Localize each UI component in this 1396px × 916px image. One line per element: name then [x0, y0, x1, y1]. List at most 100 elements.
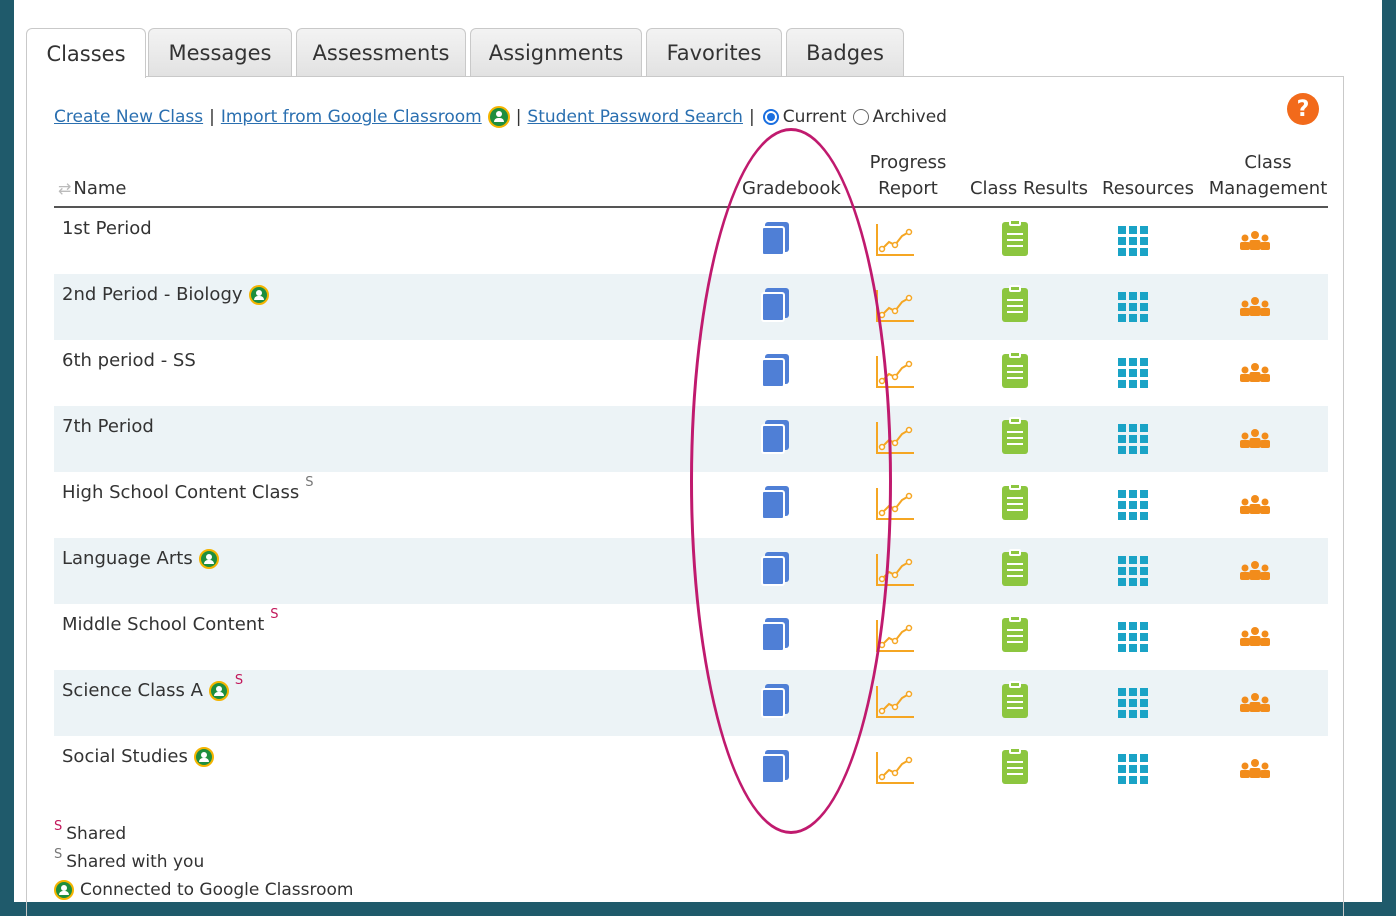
resources-icon[interactable] [1118, 618, 1148, 652]
class-name-link[interactable]: High School Content Class [62, 482, 299, 503]
resources-icon[interactable] [1118, 222, 1148, 256]
separator: | [748, 107, 755, 127]
class-results-icon[interactable] [1002, 681, 1028, 718]
class-name: Middle School Content S [62, 607, 279, 635]
tab-assignments[interactable]: Assignments [470, 28, 642, 76]
class-results-icon[interactable] [1002, 549, 1028, 586]
table-header: ⇄ Name Gradebook Progress Report Class Res… [54, 150, 1328, 208]
gradebook-icon[interactable] [761, 684, 791, 718]
table-row: Social Studies [54, 736, 1328, 802]
resources-icon[interactable] [1118, 420, 1148, 454]
radio-archived[interactable] [852, 109, 869, 125]
progress-report-icon[interactable] [874, 750, 916, 790]
tab-badges[interactable]: Badges [786, 28, 904, 76]
progress-report-icon[interactable] [874, 618, 916, 658]
class-results-icon[interactable] [1002, 219, 1028, 256]
gradebook-icon[interactable] [761, 354, 791, 388]
table-row: 1st Period [54, 208, 1328, 274]
shared-mark: S [234, 673, 244, 688]
tab-favorites[interactable]: Favorites [646, 28, 782, 76]
table-row: Middle School Content S [54, 604, 1328, 670]
class-actions-bar: Create New Class | Import from Google Cl… [54, 106, 947, 128]
google-classroom-icon [54, 880, 74, 900]
tab-messages[interactable]: Messages [148, 28, 292, 76]
class-management-icon[interactable] [1238, 428, 1272, 454]
student-password-search-link[interactable]: Student Password Search [527, 107, 743, 127]
progress-report-icon[interactable] [874, 420, 916, 460]
class-management-icon[interactable] [1238, 362, 1272, 388]
class-management-icon[interactable] [1238, 626, 1272, 652]
progress-report-icon[interactable] [874, 222, 916, 262]
gradebook-icon[interactable] [761, 222, 791, 256]
class-management-icon[interactable] [1238, 230, 1272, 256]
radio-archived-label: Archived [872, 107, 947, 127]
table-row: 7th Period [54, 406, 1328, 472]
progress-report-icon[interactable] [874, 486, 916, 526]
class-name: 7th Period [62, 416, 154, 437]
import-google-classroom-link[interactable]: Import from Google Classroom [221, 107, 482, 127]
class-results-icon[interactable] [1002, 483, 1028, 520]
class-name: 2nd Period - Biology [62, 284, 269, 305]
progress-report-icon[interactable] [874, 354, 916, 394]
column-resources: Resources [1102, 178, 1194, 199]
gradebook-icon[interactable] [761, 486, 791, 520]
column-class-management: Class Management [1208, 152, 1328, 199]
resources-icon[interactable] [1118, 354, 1148, 388]
separator: | [209, 107, 215, 127]
resources-icon[interactable] [1118, 684, 1148, 718]
table-row: Science Class A S [54, 670, 1328, 736]
shared-mark: S [54, 819, 63, 834]
resources-icon[interactable] [1118, 486, 1148, 520]
progress-report-icon[interactable] [874, 288, 916, 328]
column-progress-report: Progress Report [869, 152, 947, 199]
column-name[interactable]: ⇄ Name [58, 176, 127, 202]
class-management-icon[interactable] [1238, 494, 1272, 520]
class-management-icon[interactable] [1238, 758, 1272, 784]
class-name-link[interactable]: Science Class A [62, 680, 203, 701]
class-results-icon[interactable] [1002, 615, 1028, 652]
class-name-link[interactable]: 6th period - SS [62, 350, 196, 371]
class-name-link[interactable]: Social Studies [62, 746, 188, 767]
class-name-link[interactable]: Language Arts [62, 548, 193, 569]
legend-google: Connected to Google Classroom [54, 876, 353, 904]
class-results-icon[interactable] [1002, 747, 1028, 784]
radio-current-label: Current [782, 107, 847, 127]
class-name-link[interactable]: 1st Period [62, 218, 152, 239]
class-results-icon[interactable] [1002, 285, 1028, 322]
progress-report-icon[interactable] [874, 684, 916, 724]
tab-assessments[interactable]: Assessments [296, 28, 466, 76]
table-row: High School Content Class S [54, 472, 1328, 538]
help-button[interactable]: ? [1287, 93, 1319, 125]
class-table-body: 1st Period 2nd Period - Biology 6th period… [54, 208, 1328, 802]
google-classroom-icon [198, 548, 219, 569]
class-results-icon[interactable] [1002, 351, 1028, 388]
class-name-link[interactable]: 2nd Period - Biology [62, 284, 243, 305]
resources-icon[interactable] [1118, 288, 1148, 322]
google-classroom-icon [248, 284, 269, 305]
google-classroom-icon [193, 746, 214, 767]
resources-icon[interactable] [1118, 750, 1148, 784]
resources-icon[interactable] [1118, 552, 1148, 586]
gradebook-icon[interactable] [761, 618, 791, 652]
class-name-link[interactable]: Middle School Content [62, 614, 264, 635]
progress-report-icon[interactable] [874, 552, 916, 592]
tab-classes[interactable]: Classes [26, 28, 146, 78]
class-name-link[interactable]: 7th Period [62, 416, 154, 437]
gradebook-icon[interactable] [761, 420, 791, 454]
class-management-icon[interactable] [1238, 560, 1272, 586]
class-name: 1st Period [62, 218, 152, 239]
legend-shared-with-you: S Shared with you [54, 847, 353, 876]
radio-current[interactable] [762, 109, 779, 125]
create-new-class-link[interactable]: Create New Class [54, 107, 203, 127]
gradebook-icon[interactable] [761, 288, 791, 322]
class-results-icon[interactable] [1002, 417, 1028, 454]
google-classroom-icon [487, 106, 510, 128]
legend-shared: S Shared [54, 819, 353, 848]
class-management-icon[interactable] [1238, 296, 1272, 322]
gradebook-icon[interactable] [761, 750, 791, 784]
gradebook-icon[interactable] [761, 552, 791, 586]
column-class-results: Class Results [969, 178, 1089, 199]
sort-icon[interactable]: ⇄ [58, 179, 71, 198]
class-management-icon[interactable] [1238, 692, 1272, 718]
class-name: Science Class A S [62, 673, 243, 701]
